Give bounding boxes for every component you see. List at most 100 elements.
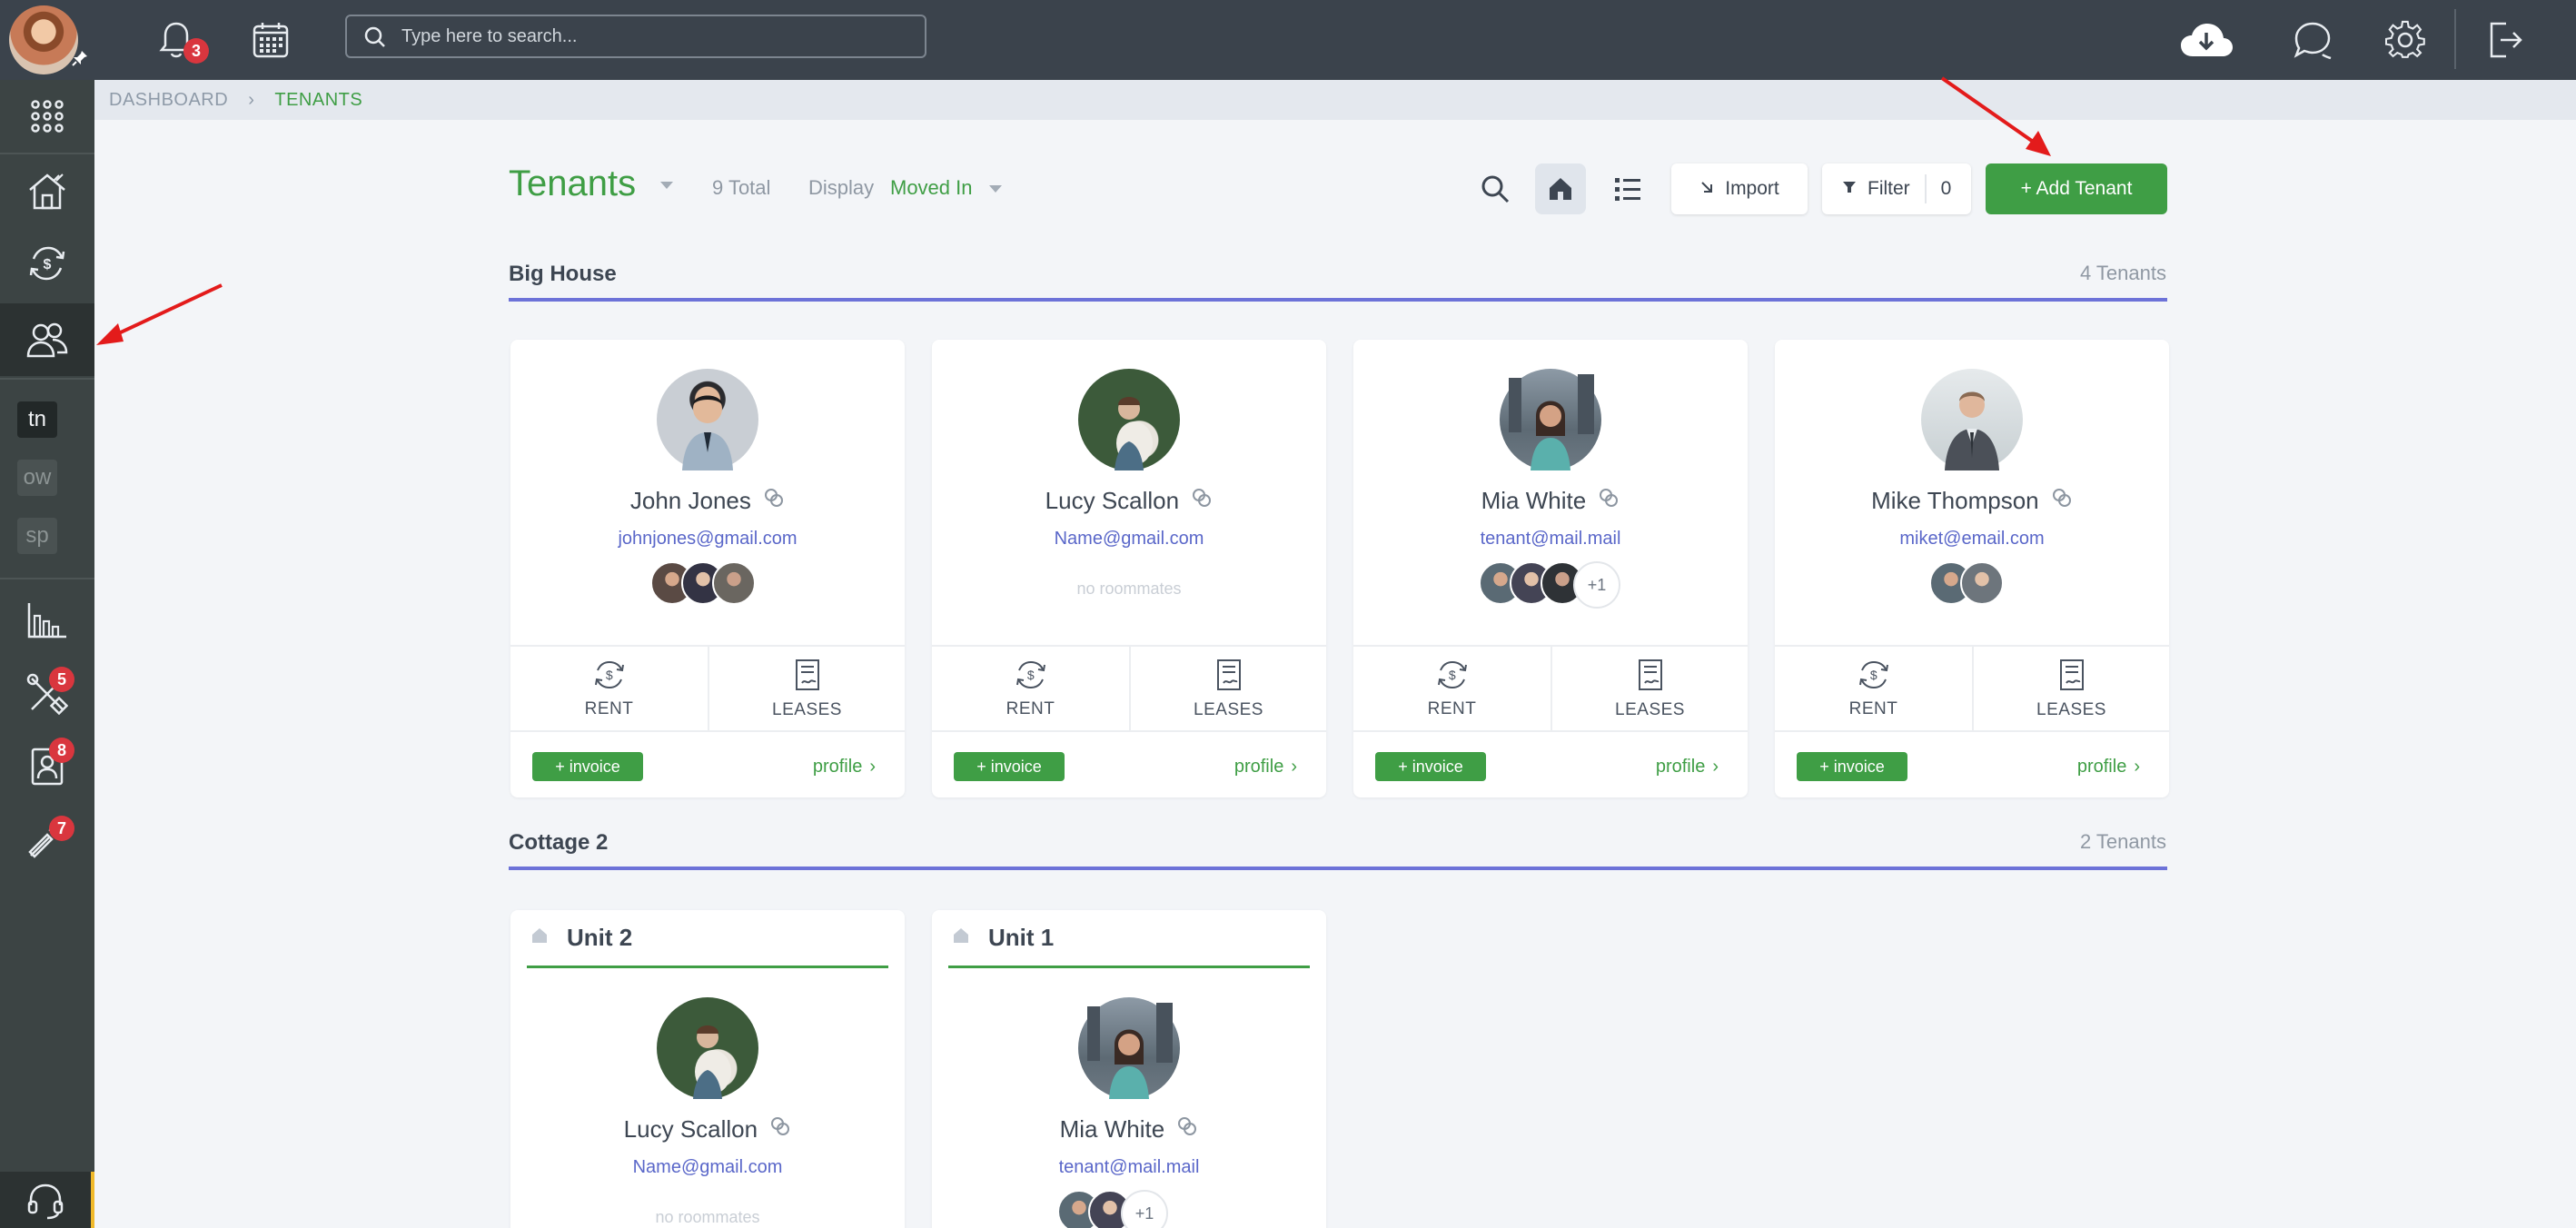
sidebar-tag-tn[interactable]: tn [17,401,57,438]
sidebar-item-properties[interactable] [0,154,94,227]
tenant-email[interactable]: tenant@mail.mail [1353,529,1748,550]
leases-action[interactable]: LEASES [1972,647,2169,732]
search-box[interactable] [345,15,926,58]
filter-icon [1842,178,1857,200]
tenant-name[interactable]: Mia White [1353,487,1748,515]
tenant-email[interactable]: johnjones@gmail.com [510,529,905,550]
sidebar-item-reports[interactable] [0,584,94,657]
leases-action[interactable]: LEASES [1129,647,1326,732]
house-icon [530,926,549,949]
house-view-icon[interactable] [1535,163,1586,214]
leases-label: LEASES [772,700,842,719]
profile-link[interactable]: profile › [1234,757,1297,777]
breadcrumb-dashboard[interactable]: DASHBOARD [109,90,228,111]
search-input[interactable] [401,25,910,47]
tenant-name[interactable]: Mike Thompson [1775,487,2169,515]
rent-label: RENT [1006,699,1055,718]
sidebar-tag-ow[interactable]: ow [17,460,57,496]
tenant-email[interactable]: tenant@mail.mail [932,1157,1326,1178]
search-icon[interactable] [1470,163,1521,214]
chat-icon[interactable] [2285,13,2340,67]
rent-action[interactable]: $ RENT [1353,647,1551,732]
import-button[interactable]: Import [1671,163,1808,214]
more-roommates-badge[interactable]: +1 [1573,561,1620,609]
unit-title: Unit 1 [988,924,1055,951]
rent-action[interactable]: $ RENT [1775,647,1972,732]
tenant-photo[interactable] [657,369,758,470]
profile-link[interactable]: profile › [2077,757,2140,777]
sidebar-tag-sp[interactable]: sp [17,518,57,554]
linked-icon [769,1115,791,1144]
profile-label: profile [1234,757,1284,777]
add-tenant-button[interactable]: + Add Tenant [1986,163,2167,214]
lease-document-icon [2059,659,2084,690]
house-icon [952,926,970,949]
leases-label: LEASES [2036,700,2106,719]
tenant-name[interactable]: John Jones [510,487,905,515]
gear-icon[interactable] [2378,13,2432,67]
pin-icon[interactable] [71,49,89,73]
page-title[interactable]: Tenants [509,163,674,204]
no-roommates-text: no roommates [1076,579,1182,598]
tenant-name[interactable]: Lucy Scallon [510,1115,905,1144]
roommates-avatars[interactable]: +1 [1479,561,1620,609]
sidebar-item-tenants[interactable] [0,303,94,376]
leases-action[interactable]: LEASES [1551,647,1748,732]
top-bar: 3 [0,0,2576,80]
filter-button[interactable]: Filter 0 [1822,163,1971,214]
tenant-photo[interactable] [1078,369,1180,470]
breadcrumb-current: TENANTS [274,89,363,110]
roommates-avatars[interactable] [1929,561,2004,605]
sidebar-item-apps[interactable] [0,80,94,153]
display-dropdown[interactable]: Moved In [890,176,1002,200]
add-invoice-button[interactable]: + invoice [532,752,643,781]
display-value: Moved In [890,176,973,199]
import-arrow-icon [1699,178,1714,200]
tenant-email[interactable]: Name@gmail.com [932,529,1326,550]
svg-text:$: $ [1869,668,1877,682]
leases-action[interactable]: LEASES [708,647,905,732]
tenant-photo[interactable] [657,997,758,1099]
svg-text:$: $ [605,668,612,682]
profile-link[interactable]: profile › [813,757,876,777]
sidebar-item-payments[interactable]: $ [0,227,94,300]
svg-text:$: $ [1448,668,1455,682]
unit-card: Unit 1 Mia White tenant@mail.mail +1 [932,910,1326,1228]
support-button[interactable] [0,1172,94,1228]
tenant-email[interactable]: Name@gmail.com [510,1157,905,1178]
sidebar-item-maintenance[interactable] [0,658,94,730]
section-divider [509,298,2167,302]
user-avatar[interactable] [9,5,78,74]
list-view-icon[interactable] [1602,163,1653,214]
cloud-download-icon[interactable] [2176,13,2236,67]
sidebar-item-contacts[interactable] [0,730,94,803]
rent-action[interactable]: $ RENT [510,647,708,732]
sidebar-item-tools[interactable] [0,803,94,876]
roommates-avatars[interactable] [650,561,756,605]
rent-action[interactable]: $ RENT [932,647,1129,732]
tenant-photo[interactable] [1500,369,1601,470]
rent-label: RENT [584,699,634,718]
add-invoice-button[interactable]: + invoice [954,752,1065,781]
tenant-name[interactable]: Mia White [932,1115,1326,1144]
linked-icon [763,487,785,515]
more-roommates-badge[interactable]: +1 [1121,1190,1168,1228]
tenant-photo[interactable] [1921,369,2023,470]
profile-label: profile [812,757,863,777]
apps-grid-icon [31,100,64,133]
roommates-avatars[interactable]: +1 [1057,1190,1168,1228]
tenant-photo[interactable] [1078,997,1180,1099]
svg-text:$: $ [1026,668,1034,682]
profile-link[interactable]: profile › [1656,757,1719,777]
logout-icon[interactable] [2478,13,2532,67]
tenant-email[interactable]: miket@email.com [1775,529,2169,550]
calendar-icon[interactable] [243,13,298,67]
profile-label: profile [2076,757,2127,777]
chevron-right-icon: › [2134,757,2140,777]
add-invoice-button[interactable]: + invoice [1375,752,1486,781]
tenant-name[interactable]: Lucy Scallon [932,487,1326,515]
rent-icon: $ [1016,660,1045,689]
import-label: Import [1725,178,1779,199]
add-invoice-button[interactable]: + invoice [1797,752,1907,781]
people-icon [26,322,68,358]
